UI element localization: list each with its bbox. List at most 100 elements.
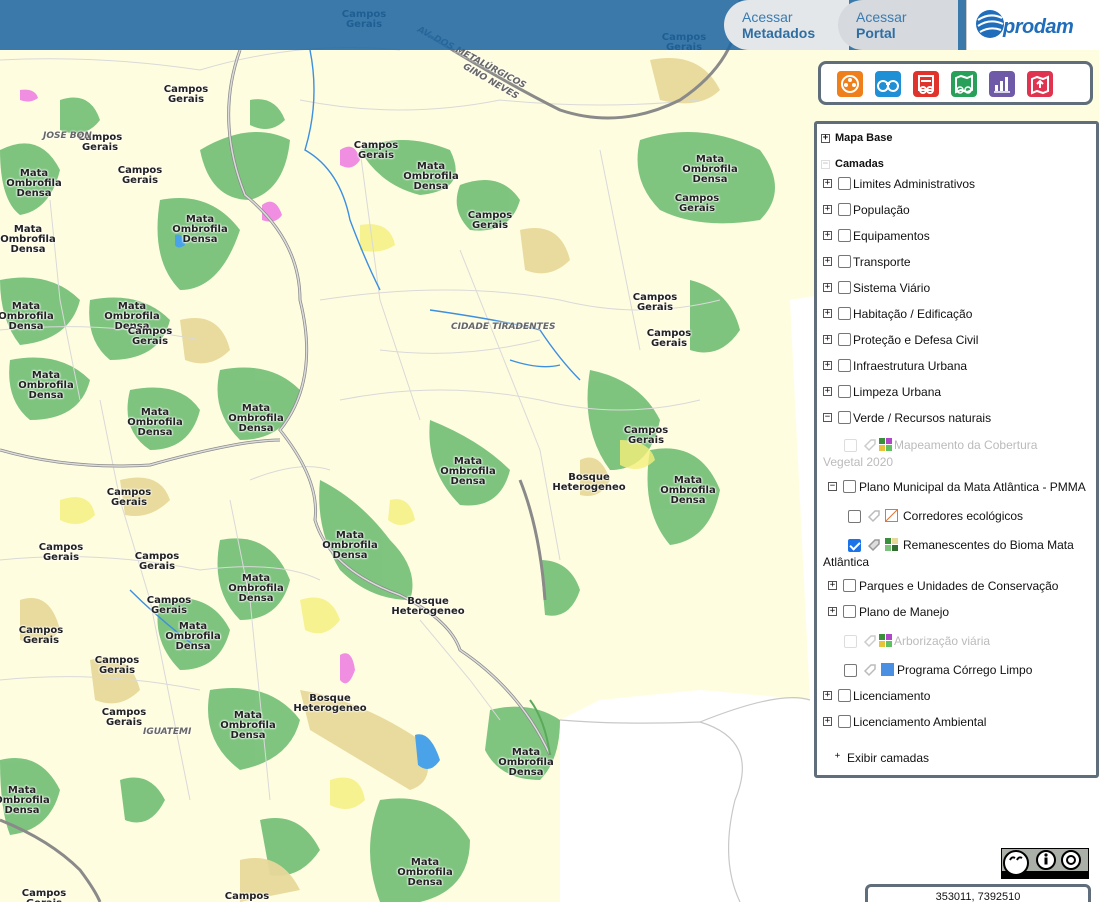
map-label: Campos Gerais (21, 888, 67, 902)
layer-checkbox[interactable] (844, 664, 857, 677)
layer-group-label: Infraestrutura Urbana (853, 359, 968, 373)
layer-checkbox[interactable] (838, 177, 851, 190)
expand-icon[interactable]: + (823, 179, 832, 188)
layer-checkbox[interactable] (843, 579, 856, 592)
map-label: Campos Gerais (18, 625, 64, 646)
corredores-label: Corredores ecológicos (903, 509, 1024, 523)
map-label: Mata Ombrofila Densa (172, 214, 228, 245)
map-label: Campos Gerais (646, 328, 692, 349)
map-label: Bosque Heterogeneo (293, 693, 367, 714)
layer-checkbox[interactable] (838, 203, 851, 216)
binoculars-icon[interactable] (875, 71, 901, 97)
layer-checkbox[interactable] (848, 510, 861, 523)
layer-checkbox[interactable] (838, 281, 851, 294)
expand-icon[interactable]: + (823, 691, 832, 700)
blue-legend-swatch (881, 663, 894, 676)
layer-checkbox-checked[interactable] (848, 539, 861, 552)
map-upload-icon[interactable] (1027, 71, 1053, 97)
collapse-icon[interactable]: − (828, 482, 837, 491)
manejo-label: Plano de Manejo (859, 605, 950, 619)
metadados-line2: Metadados (742, 25, 816, 41)
layer-checkbox[interactable] (843, 480, 856, 493)
map-label: Mata Ombrofila Densa (228, 403, 284, 434)
layer-checkbox[interactable] (838, 385, 851, 398)
corridor-legend-icon (885, 509, 898, 522)
expand-icon[interactable]: + (823, 231, 832, 240)
prodam-globe-icon (976, 10, 1004, 38)
tag-icon (867, 539, 880, 552)
acessar-portal-button[interactable]: Acessar Portal (838, 0, 958, 50)
remanescentes-legend-icon (885, 538, 898, 551)
layer-checkbox[interactable] (838, 689, 851, 702)
chart-icon[interactable] (989, 71, 1015, 97)
map-label: Mata Ombrofila Densa (165, 621, 221, 652)
expand-icon[interactable]: + (823, 387, 832, 396)
map-label: Mata Ombrofila Densa (322, 530, 378, 561)
map-label: Campos Gerais (467, 210, 513, 231)
licenciamento-label: Licenciamento (853, 689, 931, 703)
map-label: Mata Ombrofila Densa (498, 747, 554, 778)
map-label: Campos Gerais (353, 140, 399, 161)
map-label: Mata Ombrofila Densa (0, 785, 50, 816)
expand-icon[interactable]: + (821, 134, 830, 143)
map-tools-icon[interactable] (951, 71, 977, 97)
map-label: Mata Ombrofila Densa (682, 154, 738, 185)
layer-checkbox[interactable] (838, 411, 851, 424)
film-reel-icon[interactable] (837, 71, 863, 97)
multicolor-legend-icon (879, 634, 892, 647)
collapse-icon[interactable]: − (821, 160, 830, 169)
portal-line1: Acessar (856, 9, 907, 25)
layer-checkbox[interactable] (838, 255, 851, 268)
parques-label: Parques e Unidades de Conservação (859, 579, 1059, 593)
layer-checkbox[interactable] (844, 439, 857, 452)
layer-checkbox[interactable] (838, 715, 851, 728)
street-label: CIDADE TIRADENTES (451, 322, 556, 332)
creative-commons-badge[interactable] (1001, 848, 1089, 879)
map-label: Campos Gerais (623, 425, 669, 446)
layer-group-label: Habitação / Edificação (853, 307, 973, 321)
map-label: Campos Gerais (38, 542, 84, 563)
expand-icon[interactable]: + (833, 752, 842, 762)
pmma-label: Plano Municipal da Mata Atlântica - PMMA (859, 480, 1086, 494)
tag-icon (867, 510, 880, 523)
acessar-metadados-button[interactable]: Acessar Metadados (724, 0, 849, 50)
layer-checkbox[interactable] (844, 635, 857, 648)
street-label: IGUATEMI (143, 727, 192, 737)
expand-icon[interactable]: + (823, 283, 832, 292)
layer-checkbox[interactable] (838, 333, 851, 346)
cc-by-sa-icon (1002, 849, 1088, 878)
expand-icon[interactable]: + (823, 309, 832, 318)
prodam-wordmark: prodam (1003, 16, 1074, 38)
map-label: Campos Gerais (674, 193, 720, 214)
map-label: Campos Gerais (94, 655, 140, 676)
prodam-logo-link[interactable]: prodam (966, 0, 1099, 50)
remanescentes-label-line1: Remanescentes do Bioma Mata (903, 538, 1074, 552)
map-label: Campos Gerais (101, 707, 147, 728)
layer-group-label: População (853, 203, 910, 217)
expand-icon[interactable]: + (828, 607, 837, 616)
expand-icon[interactable]: + (828, 581, 837, 590)
layer-checkbox[interactable] (838, 307, 851, 320)
coordinates-readout: 353011, 7392510 (865, 884, 1091, 902)
map-label: Mata Ombrofila Densa (127, 407, 183, 438)
layer-checkbox[interactable] (838, 359, 851, 372)
map-label: Mata Ombrofila Densa (403, 161, 459, 192)
expand-icon[interactable]: + (823, 361, 832, 370)
multicolor-legend-icon (879, 438, 892, 451)
expand-icon[interactable]: + (823, 257, 832, 266)
top-header: Acessar Metadados Acessar Portal prodam (0, 0, 1099, 50)
map-label: Campos Gerais (106, 487, 152, 508)
map-search-icon[interactable] (913, 71, 939, 97)
map-label: Bosque Heterogeneo (391, 596, 465, 617)
layer-checkbox[interactable] (838, 229, 851, 242)
expand-icon[interactable]: + (823, 717, 832, 726)
collapse-icon[interactable]: − (823, 413, 832, 422)
tag-icon (863, 664, 876, 677)
layer-group-label: Transporte (853, 255, 911, 269)
map-label: Campos Gerais (163, 84, 209, 105)
expand-icon[interactable]: + (823, 205, 832, 214)
panel-footer: + Exibir camadas (817, 745, 1096, 775)
layer-checkbox[interactable] (843, 605, 856, 618)
expand-icon[interactable]: + (823, 335, 832, 344)
map-label: Campos Gerais (146, 595, 192, 616)
